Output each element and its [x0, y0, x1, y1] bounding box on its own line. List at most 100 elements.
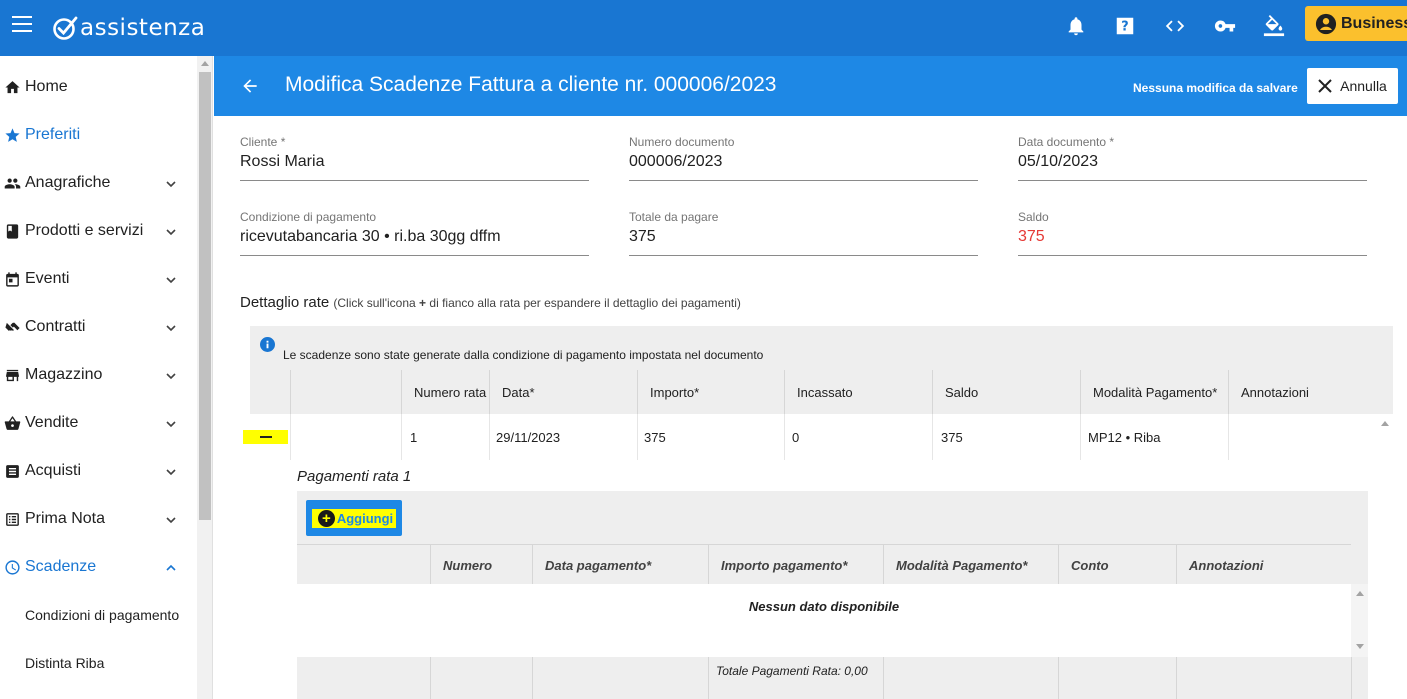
cliente-field[interactable]: Cliente * Rossi Maria	[240, 135, 589, 181]
field-value: ricevutabancaria 30 • ri.ba 30gg dffm	[240, 228, 501, 245]
column-header-modalita-pagamento[interactable]: Modalità Pagamento*	[883, 545, 1058, 585]
sidebar-subitem-distinta-riba[interactable]: Distinta Riba	[25, 655, 104, 671]
sidebar-item-prodotti[interactable]: Prodotti e servizi	[0, 207, 197, 255]
scroll-down-arrow-icon[interactable]	[1356, 644, 1364, 649]
column-header-importo-pagamento[interactable]: Importo pagamento*	[708, 545, 883, 585]
handshake-icon	[3, 318, 21, 336]
plus-circle-icon: +	[317, 509, 335, 527]
table-row[interactable]: 1 29/11/2023 375 0 375 MP12 • Riba	[243, 414, 1376, 460]
sidebar-item-label: Vendite	[25, 414, 79, 431]
column-header-incassato[interactable]: Incassato	[784, 370, 932, 414]
sidebar-item-preferiti[interactable]: Preferiti	[0, 111, 197, 159]
sidebar-item-acquisti[interactable]: Acquisti	[0, 447, 197, 495]
incassato-cell[interactable]: 0	[784, 414, 932, 460]
numero-documento-field[interactable]: Numero documento 000006/2023	[629, 135, 978, 181]
saldo-field[interactable]: Saldo 375	[1018, 210, 1367, 256]
list-icon	[3, 462, 21, 480]
paint-bucket-icon[interactable]	[1261, 13, 1287, 39]
scroll-up-arrow-icon[interactable]	[1356, 591, 1364, 596]
column-header-numero-rata[interactable]: Numero rata	[401, 370, 489, 414]
check-circle-logo-icon	[53, 16, 78, 40]
sidebar-item-scadenze[interactable]: Scadenze	[0, 543, 197, 591]
sidebar-item-label: Scadenze	[25, 558, 97, 575]
footer-cell	[883, 657, 1058, 699]
sidebar-subitem-condizioni[interactable]: Condizioni di pagamento	[25, 607, 179, 623]
key-icon[interactable]	[1212, 13, 1238, 39]
pagamenti-grid-footer: Totale Pagamenti Rata: 0,00	[297, 657, 1368, 699]
column-header-modalita[interactable]: Modalità Pagamento*	[1080, 370, 1228, 414]
field-value: 375	[1018, 228, 1045, 245]
sidebar-item-label: Magazzino	[25, 366, 103, 383]
column-header-importo[interactable]: Importo*	[637, 370, 784, 414]
field-label: Numero documento	[629, 135, 735, 149]
rate-grid-scrollbar[interactable]	[1376, 414, 1393, 699]
clock-icon	[3, 558, 21, 576]
data-cell[interactable]: 29/11/2023	[489, 414, 637, 460]
column-header-data[interactable]: Data*	[489, 370, 637, 414]
help-icon[interactable]: ?	[1112, 13, 1138, 39]
sidebar-item-contratti[interactable]: Contratti	[0, 303, 197, 351]
sidebar-item-prima-nota[interactable]: Prima Nota	[0, 495, 197, 543]
field-label: Data documento *	[1018, 135, 1115, 149]
info-text: Le scadenze sono state generate dalla co…	[283, 348, 764, 362]
totale-da-pagare-field[interactable]: Totale da pagare 375	[629, 210, 978, 256]
sidebar: Home Preferiti Anagrafiche Prodotti e se…	[0, 56, 213, 699]
empty-message: Nessun dato disponibile	[748, 599, 900, 614]
saldo-cell[interactable]: 375	[932, 414, 1080, 460]
numero-cell[interactable]: 1	[401, 414, 489, 460]
book-icon	[3, 222, 21, 240]
column-header-numero[interactable]: Numero	[430, 545, 532, 585]
sidebar-item-magazzino[interactable]: Magazzino	[0, 351, 197, 399]
add-payment-button[interactable]: + Aggiungi	[306, 500, 402, 536]
cancel-button[interactable]: Annulla	[1307, 68, 1398, 104]
column-header-data-pagamento[interactable]: Data pagamento*	[532, 545, 708, 585]
column-header-saldo[interactable]: Saldo	[932, 370, 1080, 414]
account-circle-icon	[1315, 13, 1337, 34]
expand-cell[interactable]	[243, 414, 290, 460]
scroll-up-arrow-icon[interactable]	[1381, 421, 1389, 426]
hamburger-menu-icon[interactable]	[12, 16, 32, 34]
sidebar-item-label: Anagrafiche	[25, 174, 111, 191]
sidebar-item-label: Prodotti e servizi	[25, 222, 144, 239]
data-documento-field[interactable]: Data documento * 05/10/2023	[1018, 135, 1367, 181]
add-button-content: + Aggiungi	[311, 508, 397, 528]
column-header-annotazioni[interactable]: Annotazioni	[1228, 370, 1376, 414]
column-header-annotazioni[interactable]: Annotazioni	[1176, 545, 1351, 585]
field-value: 375	[629, 228, 656, 245]
hint-text: (Click sull'icona	[333, 296, 420, 310]
modalita-cell[interactable]: MP12 • Riba	[1080, 414, 1228, 460]
sidebar-item-home[interactable]: Home	[0, 63, 197, 111]
pagamenti-scrollbar[interactable]	[1351, 584, 1368, 657]
column-header-conto[interactable]: Conto	[1058, 545, 1176, 585]
basket-icon	[3, 414, 21, 432]
annotazioni-cell[interactable]	[1228, 414, 1376, 460]
back-arrow-icon[interactable]	[240, 76, 260, 96]
star-icon	[3, 126, 21, 144]
calendar-icon	[3, 270, 21, 288]
app-logo[interactable]: assistenza	[52, 12, 205, 44]
importo-cell[interactable]: 375	[637, 414, 784, 460]
hint-plus: +	[419, 296, 427, 310]
sidebar-item-anagrafiche[interactable]: Anagrafiche	[0, 159, 197, 207]
column-header-blank	[290, 370, 401, 414]
collapse-minus-icon[interactable]	[243, 430, 288, 444]
sidebar-item-vendite[interactable]: Vendite	[0, 399, 197, 447]
top-app-bar: assistenza ? Business	[0, 0, 1407, 56]
condizione-pagamento-field[interactable]: Condizione di pagamento ricevutabancaria…	[240, 210, 589, 256]
business-account-button[interactable]: Business	[1305, 6, 1407, 41]
scrollbar-thumb[interactable]	[199, 72, 211, 520]
code-icon[interactable]	[1162, 13, 1188, 39]
field-label: Saldo	[1018, 210, 1049, 224]
chevron-up-icon	[165, 561, 177, 573]
scroll-up-arrow-icon[interactable]	[201, 61, 209, 66]
field-value: 05/10/2023	[1018, 153, 1099, 170]
bell-icon[interactable]	[1063, 13, 1089, 39]
add-label: Aggiungi	[336, 510, 394, 526]
footer-cell	[1176, 657, 1351, 699]
info-message: Le scadenze sono state generate dalla co…	[260, 337, 764, 362]
page-title: Modifica Scadenze Fattura a cliente nr. …	[285, 73, 777, 96]
sidebar-scrollbar[interactable]	[197, 56, 212, 699]
sidebar-item-eventi[interactable]: Eventi	[0, 255, 197, 303]
rate-section-title: Dettaglio rate (Click sull'icona + di fi…	[240, 294, 741, 311]
logo-text: assistenza	[80, 15, 206, 41]
